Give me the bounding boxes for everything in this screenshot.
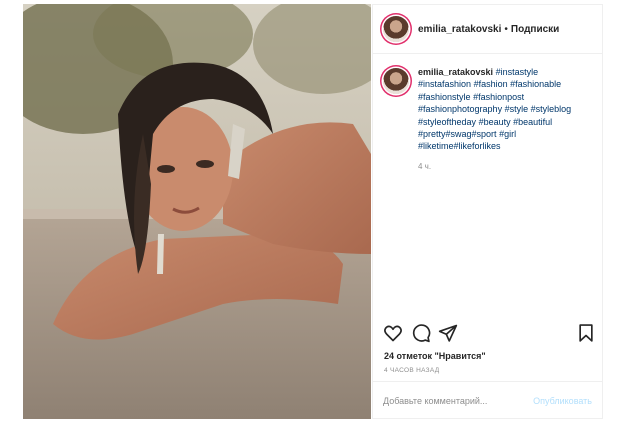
- bookmark-icon[interactable]: [576, 323, 596, 343]
- caption-avatar[interactable]: [383, 68, 409, 94]
- caption-text: emilia_ratakovski #instastyle #instafash…: [418, 66, 588, 173]
- post-photo[interactable]: [23, 4, 371, 419]
- hashtag[interactable]: #swag: [446, 129, 472, 139]
- post-time-ago: 4 ЧАСОВ НАЗАД: [384, 367, 440, 374]
- hashtag[interactable]: #beauty: [479, 117, 511, 127]
- paper-plane-icon[interactable]: [438, 323, 458, 343]
- hashtag[interactable]: #sport: [472, 129, 497, 139]
- caption-timestamp: 4 ч.: [418, 161, 432, 171]
- post-side-panel: emilia_ratakovski • Подписки emilia_rata…: [372, 4, 603, 419]
- post-header: emilia_ratakovski • Подписки: [373, 5, 602, 54]
- hashtag[interactable]: #instastyle: [496, 67, 539, 77]
- header-separator: •: [504, 23, 508, 35]
- hashtag[interactable]: #pretty: [418, 129, 446, 139]
- hashtag[interactable]: #fashionpost: [473, 92, 524, 102]
- hashtag[interactable]: #fashionable: [510, 79, 561, 89]
- comment-bar: Добавьте комментарий... Опубликовать: [373, 381, 602, 420]
- hashtag[interactable]: #styleblog: [531, 104, 572, 114]
- hashtag[interactable]: #styleoftheday: [418, 117, 476, 127]
- hashtag[interactable]: #likeforlikes: [454, 141, 501, 151]
- caption-username[interactable]: emilia_ratakovski: [418, 67, 493, 77]
- hashtag[interactable]: #fashionphotography: [418, 104, 502, 114]
- hashtag[interactable]: #fashion: [474, 79, 508, 89]
- following-button[interactable]: Подписки: [511, 24, 559, 35]
- comment-icon[interactable]: [411, 323, 431, 343]
- hashtag[interactable]: #fashionstyle: [418, 92, 471, 102]
- likes-count[interactable]: 24 отметок "Нравится": [384, 351, 486, 361]
- comment-input[interactable]: Добавьте комментарий...: [383, 396, 487, 406]
- instagram-post: emilia_ratakovski • Подписки emilia_rata…: [23, 4, 603, 419]
- hashtag[interactable]: #girl: [499, 129, 516, 139]
- heart-icon[interactable]: [383, 323, 403, 343]
- hashtag[interactable]: #beautiful: [513, 117, 552, 127]
- hashtag[interactable]: #style: [505, 104, 529, 114]
- hashtag[interactable]: #instafashion: [418, 79, 471, 89]
- author-username[interactable]: emilia_ratakovski: [418, 24, 501, 35]
- hashtag[interactable]: #liketime: [418, 141, 454, 151]
- author-avatar[interactable]: [383, 16, 409, 42]
- publish-button[interactable]: Опубликовать: [533, 396, 592, 406]
- post-caption: emilia_ratakovski #instastyle #instafash…: [373, 66, 602, 173]
- post-actions: [373, 323, 602, 345]
